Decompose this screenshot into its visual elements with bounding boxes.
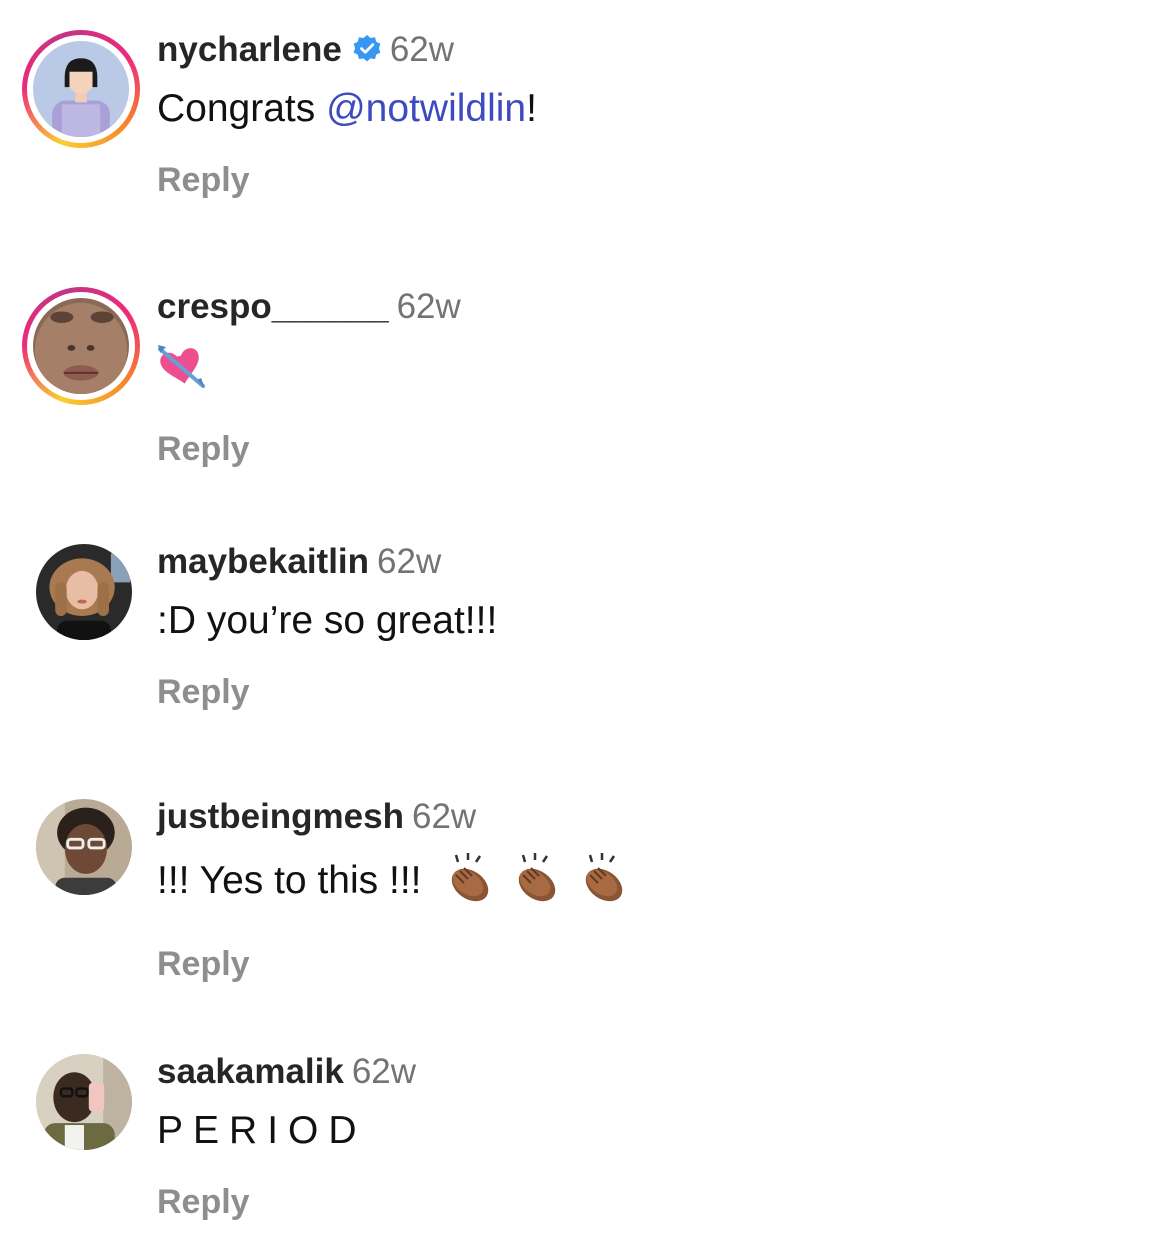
reply-button[interactable]: Reply xyxy=(157,944,630,984)
avatar[interactable] xyxy=(36,1054,132,1150)
avatar-image xyxy=(36,544,132,640)
avatar-story-ring[interactable] xyxy=(22,287,140,405)
clapping-hands-icon xyxy=(578,853,630,916)
avatar[interactable] xyxy=(36,544,132,640)
comment-header: maybekaitlin 62w xyxy=(157,542,497,582)
username-link[interactable]: saakamalik xyxy=(157,1052,344,1091)
reply-button[interactable]: Reply xyxy=(157,429,461,469)
comment-text-part: !!! Yes to this !!! xyxy=(157,859,422,902)
avatar-container[interactable] xyxy=(22,1040,140,1158)
verified-badge-icon xyxy=(352,33,382,63)
timestamp: 62w xyxy=(377,542,442,581)
avatar[interactable] xyxy=(33,41,129,137)
comment-text: Congrats @notwildlin! xyxy=(157,86,537,132)
avatar[interactable] xyxy=(36,799,132,895)
reply-button[interactable]: Reply xyxy=(157,672,497,712)
comment-text: :D you’re so great!!! xyxy=(157,599,498,642)
comment-text: PERIOD xyxy=(157,1109,367,1152)
comment-header: justbeingmesh 62w xyxy=(157,797,630,837)
heart-with-arrow-icon xyxy=(157,344,207,401)
username-link[interactable]: nycharlene xyxy=(157,30,342,69)
timestamp: 62w xyxy=(351,1052,417,1091)
mention-link[interactable]: @notwildlin xyxy=(326,87,526,130)
clapping-hands-icon xyxy=(511,853,563,916)
avatar-image xyxy=(33,41,129,137)
comment-header: saakamalik 62w xyxy=(157,1052,416,1092)
reply-button[interactable]: Reply xyxy=(157,1182,416,1222)
comment-text-part: ! xyxy=(526,87,537,130)
comment-header: nycharlene 62w xyxy=(157,30,537,70)
clapping-hands-icon xyxy=(444,853,496,916)
reply-button[interactable]: Reply xyxy=(157,160,537,200)
comment-text: !!! Yes to this !!! xyxy=(157,853,630,916)
timestamp: 62w xyxy=(411,797,477,836)
username-link[interactable]: justbeingmesh xyxy=(157,797,404,836)
comment-header: crespo______ 62w xyxy=(157,287,461,327)
timestamp: 62w xyxy=(396,287,461,326)
avatar[interactable] xyxy=(33,298,129,394)
comment-text xyxy=(157,343,461,401)
avatar-image xyxy=(36,1054,132,1150)
avatar-container[interactable] xyxy=(22,785,140,903)
avatar-image xyxy=(36,799,132,895)
comment-text-part: Congrats xyxy=(157,87,327,130)
username-link[interactable]: maybekaitlin xyxy=(157,542,369,581)
avatar-container[interactable] xyxy=(22,530,140,648)
timestamp: 62w xyxy=(389,30,455,69)
avatar-image xyxy=(33,298,129,394)
username-link[interactable]: crespo______ xyxy=(157,287,389,326)
avatar-story-ring[interactable] xyxy=(22,30,140,148)
